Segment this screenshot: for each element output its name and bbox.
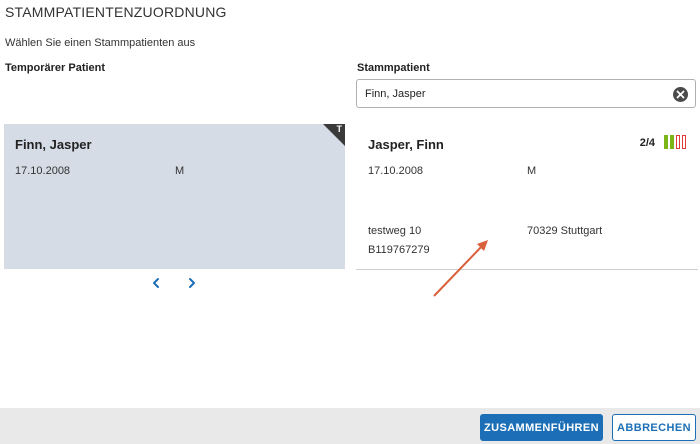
dialog-subtitle: Wählen Sie einen Stammpatienten aus — [5, 37, 196, 49]
merge-button[interactable]: ZUSAMMENFÜHREN — [480, 414, 603, 441]
cancel-button[interactable]: ABBRECHEN — [612, 414, 696, 441]
temporary-patient-label: Temporärer Patient — [5, 62, 106, 74]
master-patient-label: Stammpatient — [357, 62, 430, 74]
patient-assignment-dialog: STAMMPATIENTENZUORDNUNG Wählen Sie einen… — [0, 0, 700, 444]
temporary-patient-card[interactable]: T Finn, Jasper 17.10.2008 M — [4, 124, 345, 269]
match-bar-1 — [664, 135, 668, 149]
master-patient-search-input[interactable] — [365, 86, 665, 102]
clear-search-icon[interactable] — [673, 87, 688, 102]
master-patient-search[interactable] — [356, 79, 696, 108]
dialog-title: STAMMPATIENTENZUORDNUNG — [5, 4, 227, 20]
temporary-badge-label: T — [336, 124, 343, 134]
master-patient-city: 70329 Stuttgart — [527, 225, 603, 237]
temporary-patient-birthdate: 17.10.2008 — [15, 165, 71, 177]
master-patient-name: Jasper, Finn — [368, 137, 444, 152]
previous-patient-button[interactable] — [149, 276, 163, 290]
master-patient-insurance-id: B119767279 — [368, 244, 430, 256]
temporary-patient-name: Finn, Jasper — [15, 137, 92, 152]
match-bar-2 — [670, 135, 674, 149]
master-patient-gender: M — [527, 165, 537, 177]
match-bar-4 — [682, 135, 686, 149]
annotation-arrow-icon — [433, 240, 488, 297]
match-score-bars — [664, 135, 688, 149]
master-patient-street: testweg 10 — [368, 225, 422, 237]
match-bar-3 — [676, 135, 680, 149]
match-score: 2/4 — [639, 137, 655, 149]
chevron-left-icon — [153, 278, 159, 288]
temporary-patient-gender: M — [175, 165, 185, 177]
next-patient-button[interactable] — [185, 276, 199, 290]
master-patient-birthdate: 17.10.2008 — [368, 165, 424, 177]
chevron-right-icon — [189, 278, 195, 288]
